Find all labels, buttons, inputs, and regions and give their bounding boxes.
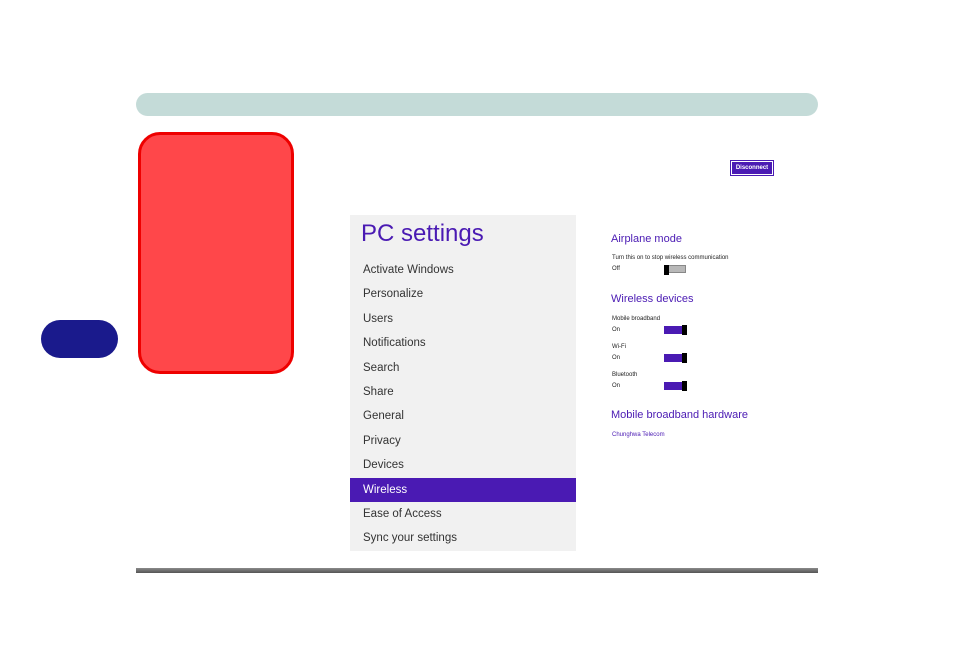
nav-item-share[interactable]: Share <box>350 380 576 404</box>
nav-item-activate-windows[interactable]: Activate Windows <box>350 258 576 282</box>
mobile-broadband-hardware-heading: Mobile broadband hardware <box>611 409 748 421</box>
airplane-mode-heading: Airplane mode <box>611 233 682 245</box>
provider-link[interactable]: Chunghwa Telecom <box>612 432 665 438</box>
nav-item-notifications[interactable]: Notifications <box>350 331 576 355</box>
mobile-broadband-toggle[interactable] <box>664 325 687 335</box>
airplane-mode-state: Off <box>612 266 620 272</box>
pane-title: PC settings <box>361 220 484 247</box>
wireless-detail-pane: Airplane mode Turn this on to stop wirel… <box>600 220 775 530</box>
pc-settings-nav-pane: PC settings Activate Windows Personalize… <box>350 215 576 551</box>
bluetooth-state: On <box>612 383 621 389</box>
settings-nav-list: Activate Windows Personalize Users Notif… <box>350 258 576 551</box>
nav-item-ease-of-access[interactable]: Ease of Access <box>350 502 576 526</box>
wifi-toggle[interactable] <box>664 353 687 363</box>
mobile-broadband-state: On <box>612 327 621 333</box>
airplane-mode-description: Turn this on to stop wireless communicat… <box>612 255 729 261</box>
nav-item-sync-settings[interactable]: Sync your settings <box>350 526 576 550</box>
mobile-broadband-label: Mobile broadband <box>612 316 661 322</box>
bluetooth-toggle[interactable] <box>664 381 687 391</box>
nav-item-personalize[interactable]: Personalize <box>350 282 576 306</box>
chapter-tab <box>41 320 118 358</box>
disconnect-button[interactable]: Disconnect <box>730 160 774 176</box>
nav-item-search[interactable]: Search <box>350 356 576 380</box>
bluetooth-label: Bluetooth <box>612 372 638 378</box>
wifi-label: Wi-Fi <box>612 344 626 350</box>
wifi-state: On <box>612 355 621 361</box>
nav-item-users[interactable]: Users <box>350 307 576 331</box>
nav-item-wireless[interactable]: Wireless <box>350 477 576 502</box>
toggle-thumb <box>682 325 687 335</box>
footer-rule <box>136 568 818 573</box>
nav-item-privacy[interactable]: Privacy <box>350 429 576 453</box>
toggle-thumb <box>682 381 687 391</box>
nav-item-general[interactable]: General <box>350 404 576 428</box>
wireless-devices-heading: Wireless devices <box>611 293 694 305</box>
airplane-mode-toggle[interactable] <box>664 265 686 275</box>
page-header-bar <box>136 93 818 116</box>
nav-item-devices[interactable]: Devices <box>350 453 576 477</box>
callout-box <box>138 132 294 374</box>
toggle-thumb <box>682 353 687 363</box>
toggle-thumb <box>664 265 669 275</box>
